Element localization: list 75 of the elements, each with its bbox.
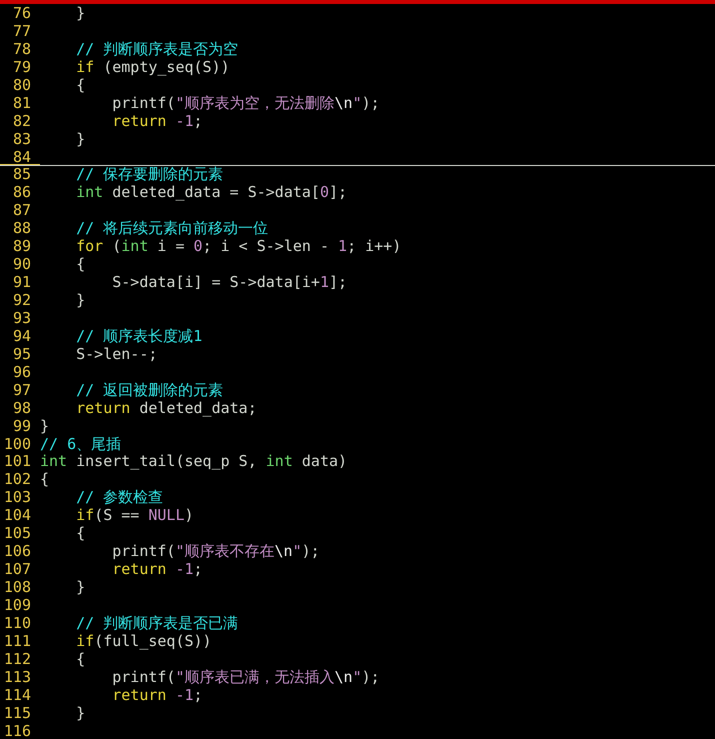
- code-line: }: [75, 130, 86, 148]
- line-number: 85: [12, 166, 32, 184]
- code-line: if (empty_seq(S)): [75, 58, 230, 77]
- code-line: }: [75, 579, 86, 597]
- line-number: 101: [2, 453, 32, 472]
- code-line: printf("顺序表为空，无法删除\n");: [111, 94, 380, 113]
- code-line: {: [75, 76, 86, 95]
- line-number: 116: [2, 722, 32, 739]
- line-number: 89: [12, 238, 32, 256]
- code-line: if(S == NULL): [75, 507, 194, 526]
- line-number: 76: [12, 5, 32, 23]
- line-number: 103: [2, 489, 32, 508]
- code-line: // 返回被删除的元素: [75, 382, 224, 400]
- line-number: 81: [12, 94, 32, 113]
- line-number: 83: [12, 130, 32, 148]
- code-line: return -1;: [111, 112, 203, 131]
- line-number: 107: [2, 561, 32, 579]
- line-number: 110: [2, 614, 32, 633]
- line-number: 77: [12, 22, 32, 41]
- code-line: // 保存要删除的元素: [75, 166, 224, 184]
- line-number: 92: [12, 292, 32, 310]
- line-number: 108: [2, 579, 32, 597]
- line-number: 90: [12, 256, 32, 274]
- code-line: S->len--;: [75, 346, 158, 364]
- line-number: 102: [2, 471, 32, 490]
- code-line: return deleted_data;: [75, 400, 257, 418]
- code-line: // 将后续元素向前移动一位: [75, 220, 268, 238]
- code-line: // 顺序表长度减1: [75, 328, 202, 346]
- code-line: // 判断顺序表是否已满: [75, 614, 238, 633]
- code-line: for (int i = 0; i < S->len - 1; i++): [75, 238, 402, 256]
- code-line: {: [75, 256, 86, 274]
- line-number: 96: [12, 364, 32, 382]
- line-number: 113: [2, 668, 32, 687]
- line-number: 82: [12, 112, 32, 131]
- code-line: }: [40, 418, 50, 436]
- code-line: S->data[i] = S->data[i+1];: [111, 274, 348, 292]
- line-number: 109: [2, 596, 32, 615]
- code-line: // 6、尾插: [40, 436, 122, 454]
- code-line: return -1;: [111, 561, 203, 579]
- code-line: // 判断顺序表是否为空: [75, 40, 238, 59]
- line-number: 93: [12, 310, 32, 328]
- code-line: return -1;: [111, 686, 203, 705]
- line-number: 104: [2, 507, 32, 526]
- line-number: 112: [2, 650, 32, 669]
- line-number: 99: [12, 418, 32, 436]
- line-number: 78: [12, 40, 32, 59]
- code-line: }: [75, 704, 86, 722]
- line-number: 115: [2, 704, 32, 722]
- line-number: 79: [12, 58, 32, 77]
- line-number: 84: [0, 148, 40, 166]
- line-number: 95: [12, 346, 32, 364]
- line-number: 114: [2, 686, 32, 705]
- line-number: 97: [12, 382, 32, 400]
- code-line: }: [75, 292, 86, 310]
- code-line: // 参数检查: [75, 489, 164, 508]
- line-number: 111: [2, 632, 32, 651]
- line-number: 106: [2, 543, 32, 562]
- code-line: printf("顺序表不存在\n");: [111, 543, 320, 562]
- line-number: 86: [12, 184, 32, 202]
- line-number: 100: [2, 436, 32, 454]
- line-number: 91: [12, 274, 32, 292]
- line-number: 87: [12, 202, 32, 220]
- line-number: 98: [12, 400, 32, 418]
- line-number: 88: [12, 220, 32, 238]
- code-line: {: [75, 525, 86, 544]
- code-line: int insert_tail(seq_p S, int data): [40, 453, 348, 472]
- code-line: if(full_seq(S)): [75, 632, 212, 651]
- line-number: 94: [12, 328, 32, 346]
- line-number: 80: [12, 76, 32, 95]
- code-line: {: [75, 650, 86, 669]
- code-line: }: [75, 5, 86, 23]
- code-line: printf("顺序表已满，无法插入\n");: [111, 668, 380, 687]
- line-number: 105: [2, 525, 32, 544]
- code-line: int deleted_data = S->data[0];: [75, 184, 348, 202]
- code-line: {: [40, 471, 50, 490]
